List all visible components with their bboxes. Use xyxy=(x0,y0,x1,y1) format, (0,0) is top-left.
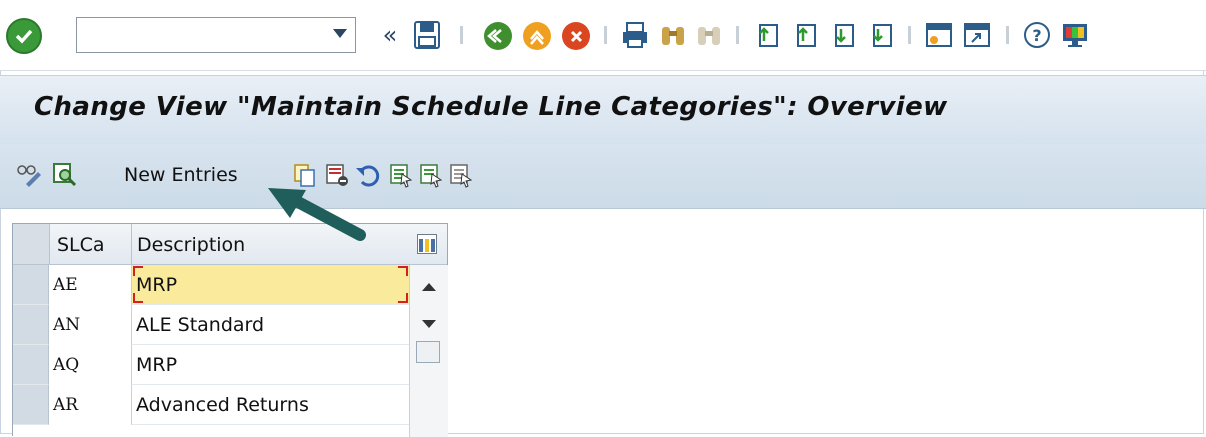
select-all-icon[interactable] xyxy=(388,162,414,188)
description-cell[interactable]: ALE Standard xyxy=(131,305,409,345)
last-page-icon[interactable] xyxy=(866,20,896,50)
new-entries-button[interactable]: New Entries xyxy=(124,164,238,186)
scroll-down-icon[interactable] xyxy=(422,320,436,328)
slca-cell: AE xyxy=(53,275,78,295)
select-block-icon[interactable] xyxy=(418,162,444,188)
table-row[interactable]: AQ MRP xyxy=(13,345,409,385)
row-selector[interactable] xyxy=(13,265,49,305)
select-all-rows-button[interactable] xyxy=(13,224,50,264)
description-cell[interactable]: MRP xyxy=(131,345,409,385)
customize-layout-icon[interactable] xyxy=(1060,20,1090,50)
column-header-description[interactable]: Description xyxy=(137,234,245,256)
system-toolbar: « ? xyxy=(0,0,1206,71)
toolbar-separator xyxy=(908,26,911,44)
page-title: Change View "Maintain Schedule Line Cate… xyxy=(34,92,948,122)
slca-cell: AN xyxy=(53,315,81,335)
table-row[interactable]: AN ALE Standard xyxy=(13,305,409,345)
focus-corner xyxy=(133,293,143,303)
title-bar: Change View "Maintain Schedule Line Cate… xyxy=(0,75,1206,145)
focus-corner xyxy=(398,266,408,276)
svg-text:?: ? xyxy=(1032,26,1041,45)
scroll-thumb[interactable] xyxy=(416,341,440,363)
row-selector[interactable] xyxy=(13,385,49,425)
back-icon[interactable] xyxy=(482,20,514,52)
description-text: Advanced Returns xyxy=(136,394,309,416)
save-icon[interactable] xyxy=(412,20,442,50)
previous-page-icon[interactable] xyxy=(790,20,820,50)
generate-shortcut-icon[interactable] xyxy=(962,20,992,50)
table-header: SLCa Description xyxy=(13,224,447,265)
description-cell[interactable]: Advanced Returns xyxy=(131,385,409,425)
print-icon[interactable] xyxy=(620,20,650,50)
toolbar-separator xyxy=(736,26,739,44)
command-dropdown-icon[interactable] xyxy=(333,29,347,38)
help-icon[interactable]: ? xyxy=(1022,20,1052,50)
focus-corner xyxy=(398,293,408,303)
table-row[interactable]: AE MRP xyxy=(13,265,409,305)
toolbar-separator xyxy=(460,26,463,44)
scroll-up-icon[interactable] xyxy=(422,283,436,291)
enter-icon[interactable] xyxy=(6,18,42,54)
focus-corner xyxy=(133,266,143,276)
description-cell[interactable]: MRP xyxy=(131,265,409,305)
toolbar-separator xyxy=(604,26,607,44)
application-toolbar: New Entries xyxy=(0,144,1206,209)
create-session-icon[interactable] xyxy=(924,20,954,50)
cancel-icon[interactable] xyxy=(560,20,592,52)
back-chevron-icon[interactable]: « xyxy=(378,20,402,50)
next-page-icon[interactable] xyxy=(828,20,858,50)
display-change-icon[interactable] xyxy=(16,162,44,188)
command-input[interactable] xyxy=(81,22,315,50)
first-page-icon[interactable] xyxy=(752,20,782,50)
description-text: ALE Standard xyxy=(136,314,265,336)
slca-cell: AR xyxy=(53,395,79,415)
description-text: MRP xyxy=(136,354,178,376)
row-selector[interactable] xyxy=(13,345,49,385)
annotation-arrow-icon xyxy=(260,180,370,254)
column-divider xyxy=(131,224,132,264)
row-selector[interactable] xyxy=(13,305,49,345)
find-icon[interactable] xyxy=(658,20,688,50)
exit-icon[interactable] xyxy=(521,20,553,52)
vertical-scrollbar[interactable] xyxy=(409,265,448,437)
table-row[interactable]: AR Advanced Returns xyxy=(13,385,409,425)
table-settings-icon[interactable] xyxy=(417,234,437,254)
command-field[interactable] xyxy=(76,17,356,53)
toolbar-separator xyxy=(1006,26,1009,44)
find-next-icon[interactable] xyxy=(694,20,724,50)
find-icon[interactable] xyxy=(52,162,78,188)
column-header-slca[interactable]: SLCa xyxy=(57,234,105,256)
slca-cell: AQ xyxy=(53,355,80,375)
schedule-line-categories-table: SLCa Description AE MRP AN ALE Standard … xyxy=(12,223,448,437)
deselect-all-icon[interactable] xyxy=(448,162,474,188)
